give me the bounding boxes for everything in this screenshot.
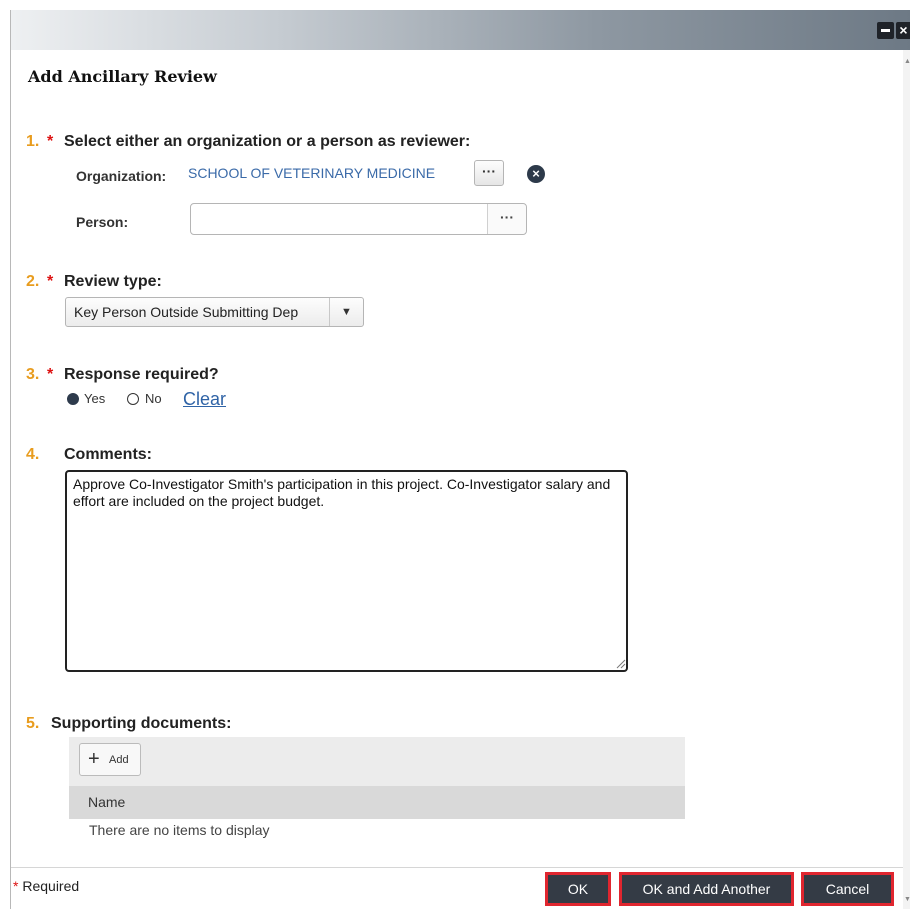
- q1-question: Select either an organization or a perso…: [64, 133, 471, 150]
- q3-required-mark: *: [47, 366, 54, 383]
- dropdown-arrow-icon[interactable]: ▼: [329, 298, 363, 326]
- q1-number: 1.: [26, 133, 40, 150]
- q2-number: 2.: [26, 273, 40, 290]
- person-field[interactable]: ···: [190, 203, 527, 235]
- ok-button[interactable]: OK: [545, 872, 611, 906]
- q4-number: 4.: [26, 446, 40, 463]
- radio-no[interactable]: [127, 393, 139, 405]
- cancel-button[interactable]: Cancel: [801, 872, 894, 906]
- close-icon[interactable]: ×: [896, 22, 910, 39]
- plus-icon: +: [88, 748, 100, 770]
- ok-and-add-another-button[interactable]: OK and Add Another: [619, 872, 794, 906]
- review-type-selected: Key Person Outside Submitting Dep: [74, 304, 299, 320]
- radio-no-label: No: [145, 391, 162, 406]
- resize-grip-icon[interactable]: [614, 657, 626, 669]
- required-note: * Required: [13, 878, 79, 894]
- minimize-icon[interactable]: [877, 22, 894, 39]
- required-note-mark: *: [13, 878, 19, 894]
- q2-question: Review type:: [64, 273, 162, 290]
- footer-divider: [11, 867, 903, 868]
- organization-value-link[interactable]: SCHOOL OF VETERINARY MEDICINE: [188, 165, 435, 181]
- clear-response-link[interactable]: Clear: [183, 389, 226, 410]
- scroll-down-icon[interactable]: ▼: [904, 896, 910, 903]
- q2-required-mark: *: [47, 273, 54, 290]
- q5-number: 5.: [26, 715, 40, 732]
- organization-label: Organization:: [76, 168, 167, 184]
- radio-yes[interactable]: [67, 393, 79, 405]
- review-type-select[interactable]: Key Person Outside Submitting Dep ▼: [65, 297, 364, 327]
- dialog-title: Add Ancillary Review: [28, 67, 217, 86]
- documents-column-header[interactable]: Name: [69, 786, 685, 819]
- scrollbar[interactable]: ▲ ▼: [903, 50, 910, 909]
- add-document-label: Add: [109, 754, 129, 766]
- empty-list-message: There are no items to display: [89, 822, 270, 838]
- clear-organization-icon[interactable]: ×: [527, 165, 545, 183]
- q3-question: Response required?: [64, 366, 219, 383]
- add-document-button[interactable]: + Add: [79, 743, 141, 776]
- comments-textarea[interactable]: Approve Co-Investigator Smith's particip…: [65, 470, 628, 672]
- q4-question: Comments:: [64, 446, 153, 463]
- q5-question: Supporting documents:: [51, 715, 232, 732]
- add-ancillary-review-dialog: × ▲ ▼ Add Ancillary Review 1. * Select e…: [10, 10, 910, 909]
- person-label: Person:: [76, 214, 129, 230]
- q1-required-mark: *: [47, 133, 54, 150]
- organization-browse-button[interactable]: ···: [474, 160, 504, 186]
- q3-number: 3.: [26, 366, 40, 383]
- required-note-label: Required: [22, 878, 80, 894]
- scroll-up-icon[interactable]: ▲: [904, 58, 910, 65]
- person-browse-button[interactable]: ···: [487, 204, 526, 234]
- dialog-titlebar[interactable]: ×: [11, 10, 910, 50]
- radio-yes-label: Yes: [84, 391, 106, 406]
- name-column-label: Name: [88, 794, 126, 810]
